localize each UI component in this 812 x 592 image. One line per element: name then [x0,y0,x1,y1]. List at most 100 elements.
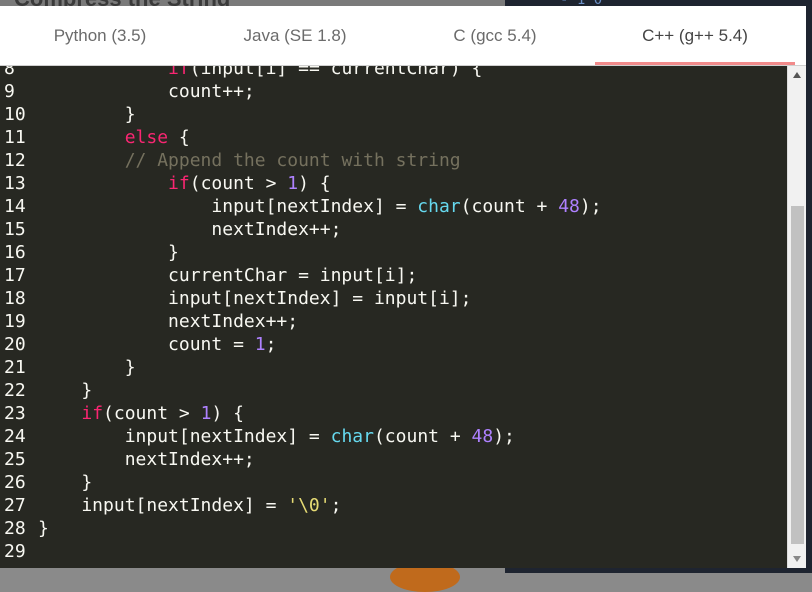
code-token: (count > [103,403,201,424]
line-number: 24 [4,426,26,447]
code-line: 25 nextIndex++; [0,448,787,471]
code-text: input[nextIndex] = char(count + 48); [38,196,602,217]
line-number: 12 [4,150,26,171]
line-number: 15 [4,219,26,240]
code-token: // Append the count with string [124,150,461,171]
code-text: } [38,242,179,263]
code-token: nextIndex++; [38,449,255,470]
vertical-scrollbar[interactable] [787,66,806,568]
line-number: 22 [4,380,26,401]
code-token: char [417,196,461,217]
code-line: 18 input[nextIndex] = input[i]; [0,287,787,310]
code-token: } [38,104,136,125]
code-line: 9 count++; [0,80,787,103]
code-token: '\0' [287,495,331,516]
code-line: 29 [0,540,787,563]
code-token: (count > [189,173,288,194]
line-number: 25 [4,449,26,470]
code-token: else [124,127,169,148]
code-line: 19 nextIndex++; [0,310,787,333]
code-line: 10 } [0,103,787,126]
line-number: 9 [4,81,15,102]
tab-c[interactable]: C (gcc 5.4) [395,6,595,65]
code-text: // Append the count with string [38,150,461,171]
code-text: count++; [38,81,255,102]
code-text: nextIndex++; [38,449,255,470]
tab-python[interactable]: Python (3.5) [0,6,200,65]
code-token: 1 [287,173,299,194]
code-text: input[nextIndex] = '\0'; [38,495,341,516]
code-token: } [38,380,93,401]
code-text: count = 1; [38,334,276,355]
line-number: 18 [4,288,26,309]
code-text: currentChar = input[i]; [38,265,417,286]
code-editor[interactable]: 8 if(input[i] == currentChar) {9 count++… [0,65,806,568]
code-token: { [168,127,190,148]
code-token: input[nextIndex] = [38,495,288,516]
code-viewer-modal: Python (3.5) Java (SE 1.8) C (gcc 5.4) C… [0,6,806,568]
code-lines: 8 if(input[i] == currentChar) {9 count++… [0,65,787,563]
code-token: } [38,472,93,493]
code-text: input[nextIndex] = char(count + 48); [38,426,515,447]
code-token: count = [38,334,255,355]
code-text: nextIndex++; [38,219,341,240]
line-number: 11 [4,127,26,148]
code-token: (count + [373,426,472,447]
code-token: ); [493,426,515,447]
code-token: (count + [460,196,559,217]
code-text: input[nextIndex] = input[i]; [38,288,471,309]
code-token: 48 [471,426,494,447]
code-line: 13 if(count > 1) { [0,172,787,195]
code-token: if [168,65,190,79]
language-tabs: Python (3.5) Java (SE 1.8) C (gcc 5.4) C… [0,6,806,65]
line-number: 28 [4,518,26,539]
code-line: 26 } [0,471,787,494]
scroll-down-arrow-icon[interactable] [788,552,806,566]
code-text: nextIndex++; [38,311,298,332]
code-line: 21 } [0,356,787,379]
code-line: 12 // Append the count with string [0,149,787,172]
code-text: } [38,357,136,378]
line-number: 20 [4,334,26,355]
code-line: 23 if(count > 1) { [0,402,787,425]
code-token: nextIndex++; [38,311,299,332]
code-token: 1 [254,334,266,355]
code-token: char [330,426,374,447]
code-line: 16 } [0,241,787,264]
line-number: 29 [4,541,26,562]
line-number: 26 [4,472,26,493]
code-token: ; [330,495,342,516]
code-line: 11 else { [0,126,787,149]
line-number: 10 [4,104,26,125]
code-token: if [168,173,190,194]
code-token: currentChar = input[i]; [38,265,418,286]
code-token: input[nextIndex] = [38,196,418,217]
code-token: ) { [298,173,331,194]
code-line: 22 } [0,379,787,402]
code-token: 1 [200,403,212,424]
code-line: 8 if(input[i] == currentChar) { [0,65,787,80]
line-number: 23 [4,403,26,424]
line-number: 13 [4,173,26,194]
code-token: } [38,518,49,539]
code-token: } [38,357,136,378]
line-number: 16 [4,242,26,263]
code-token: if [81,403,104,424]
line-number: 27 [4,495,26,516]
code-text: if(count > 1) { [38,403,244,424]
tab-java[interactable]: Java (SE 1.8) [195,6,395,65]
scrollbar-thumb[interactable] [791,206,804,544]
scroll-up-arrow-icon[interactable] [788,68,806,82]
code-token: ); [579,196,602,217]
code-text: } [38,104,136,125]
line-number: 21 [4,357,26,378]
code-line: 17 currentChar = input[i]; [0,264,787,287]
tab-cpp[interactable]: C++ (g++ 5.4) [595,6,795,65]
code-text: else { [38,127,190,148]
code-line: 27 input[nextIndex] = '\0'; [0,494,787,517]
